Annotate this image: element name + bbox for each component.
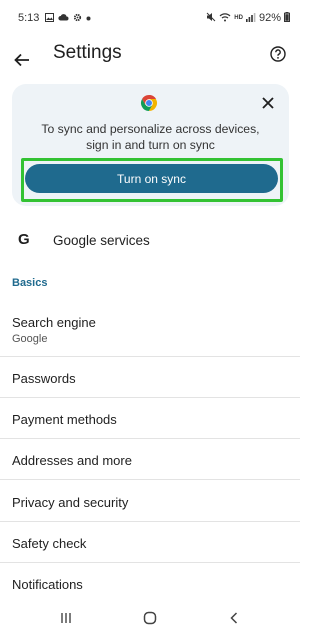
back-arrow-icon — [14, 53, 29, 67]
status-bar: 5:13 HD 92% — [0, 0, 300, 36]
battery-percent: 92% — [258, 12, 281, 24]
back-nav-button[interactable] — [226, 610, 242, 626]
app-bar: Settings — [0, 36, 300, 84]
google-services-label: Google services — [53, 233, 150, 248]
chrome-logo-icon — [140, 95, 158, 111]
privacy-security-row[interactable]: Privacy and security — [0, 480, 300, 522]
close-icon — [262, 97, 274, 109]
hd-badge: HD — [234, 15, 243, 21]
close-card-button[interactable] — [261, 96, 275, 110]
status-time: 5:13 — [18, 12, 40, 24]
home-icon — [143, 611, 157, 625]
row-label: Addresses and more — [12, 453, 132, 468]
search-engine-row[interactable]: Search engine Google — [0, 301, 300, 357]
row-label: Passwords — [12, 371, 76, 386]
sync-promo-card: To sync and personalize across devices, … — [12, 84, 289, 206]
row-label: Privacy and security — [12, 495, 129, 510]
battery-icon — [284, 12, 290, 24]
back-nav-icon — [230, 612, 238, 624]
recents-icon — [61, 613, 71, 623]
addresses-row[interactable]: Addresses and more — [0, 439, 300, 480]
sync-message-line1: To sync and personalize across devices, — [41, 122, 260, 136]
help-icon — [270, 46, 286, 62]
sync-message-line2: sign in and turn on sync — [86, 138, 215, 152]
settings-gear-icon — [73, 13, 82, 24]
mute-icon — [206, 12, 216, 24]
passwords-row[interactable]: Passwords — [0, 357, 300, 398]
recents-button[interactable] — [58, 610, 74, 626]
notifications-row[interactable]: Notifications — [0, 563, 300, 601]
back-button[interactable] — [10, 42, 34, 78]
row-label: Safety check — [12, 536, 87, 551]
row-sublabel: Google — [12, 333, 48, 345]
gallery-icon — [45, 12, 55, 24]
row-label: Search engine — [12, 315, 96, 330]
cloud-icon — [58, 13, 69, 23]
google-g-icon: G — [18, 231, 30, 248]
signal-icon — [245, 12, 256, 24]
row-label: Payment methods — [12, 412, 117, 427]
wifi-icon — [219, 12, 231, 24]
payment-methods-row[interactable]: Payment methods — [0, 398, 300, 439]
page-title: Settings — [53, 42, 122, 63]
notification-dot-icon — [86, 14, 91, 23]
google-services-row[interactable]: G Google services — [0, 221, 300, 261]
basics-header: Basics — [12, 277, 48, 289]
system-nav-bar — [0, 603, 300, 633]
row-label: Notifications — [12, 577, 83, 592]
help-button[interactable] — [266, 42, 290, 66]
home-button[interactable] — [142, 610, 158, 626]
sync-message: To sync and personalize across devices, … — [12, 121, 289, 153]
safety-check-row[interactable]: Safety check — [0, 522, 300, 563]
turn-on-sync-button[interactable]: Turn on sync — [25, 164, 278, 193]
